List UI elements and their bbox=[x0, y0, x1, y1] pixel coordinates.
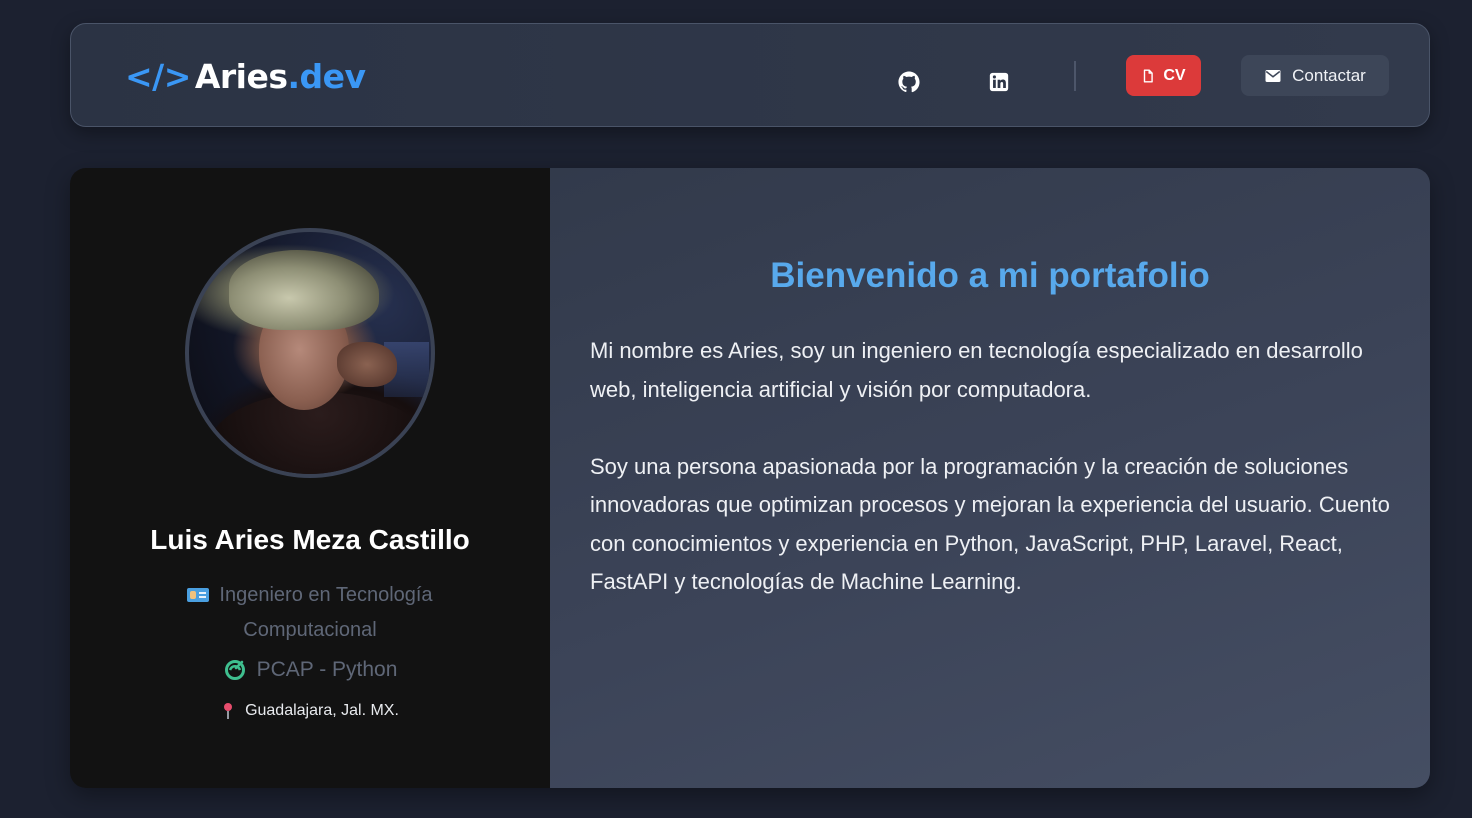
mail-icon bbox=[1265, 69, 1281, 82]
linkedin-icon bbox=[989, 72, 1009, 92]
contact-button[interactable]: Contactar bbox=[1241, 55, 1389, 96]
id-card-icon bbox=[187, 588, 210, 602]
bio-paragraph: Soy una persona apasionada por la progra… bbox=[590, 453, 1390, 595]
site-header: </> Aries .dev CV Contactar bbox=[70, 23, 1430, 127]
github-icon bbox=[898, 71, 920, 93]
profile-panel: Luis Aries Meza Castillo Ingeniero en Te… bbox=[70, 168, 550, 788]
logo-name: Aries bbox=[194, 56, 288, 96]
certification-icon bbox=[224, 660, 245, 680]
profile-certification: PCAP - Python bbox=[70, 658, 550, 682]
about-panel: Bienvenido a mi portafolio Mi nombre es … bbox=[550, 168, 1430, 788]
logo-tld: .dev bbox=[287, 56, 367, 96]
profile-name: Luis Aries Meza Castillo bbox=[150, 524, 470, 555]
avatar bbox=[185, 228, 435, 478]
bio-paragraph: Mi nombre es Aries, soy un ingeniero en … bbox=[590, 338, 1363, 402]
location-text: Guadalajara, Jal. MX. bbox=[245, 702, 399, 719]
contact-button-label: Contactar bbox=[1292, 65, 1366, 85]
map-pin-icon bbox=[224, 703, 233, 719]
file-icon bbox=[1144, 68, 1154, 83]
cv-button-label: CV bbox=[1163, 66, 1186, 84]
profile-title-text: Ingeniero en Tecnología Computacional bbox=[219, 584, 433, 641]
profile-title: Ingeniero en Tecnología Computacional bbox=[130, 578, 490, 648]
intro-card: Luis Aries Meza Castillo Ingeniero en Te… bbox=[70, 168, 1430, 788]
profile-location: Guadalajara, Jal. MX. bbox=[70, 702, 550, 720]
welcome-heading: Bienvenido a mi portafolio bbox=[770, 256, 1210, 295]
cv-button[interactable]: CV bbox=[1126, 55, 1201, 96]
github-link[interactable] bbox=[895, 68, 923, 96]
certification-text: PCAP - Python bbox=[256, 658, 398, 681]
site-logo[interactable]: </> Aries .dev bbox=[125, 56, 366, 96]
bio: Mi nombre es Aries, soy un ingeniero en … bbox=[590, 332, 1390, 602]
header-divider bbox=[1074, 61, 1076, 91]
linkedin-link[interactable] bbox=[985, 68, 1013, 96]
code-bracket-icon: </> bbox=[125, 56, 191, 96]
